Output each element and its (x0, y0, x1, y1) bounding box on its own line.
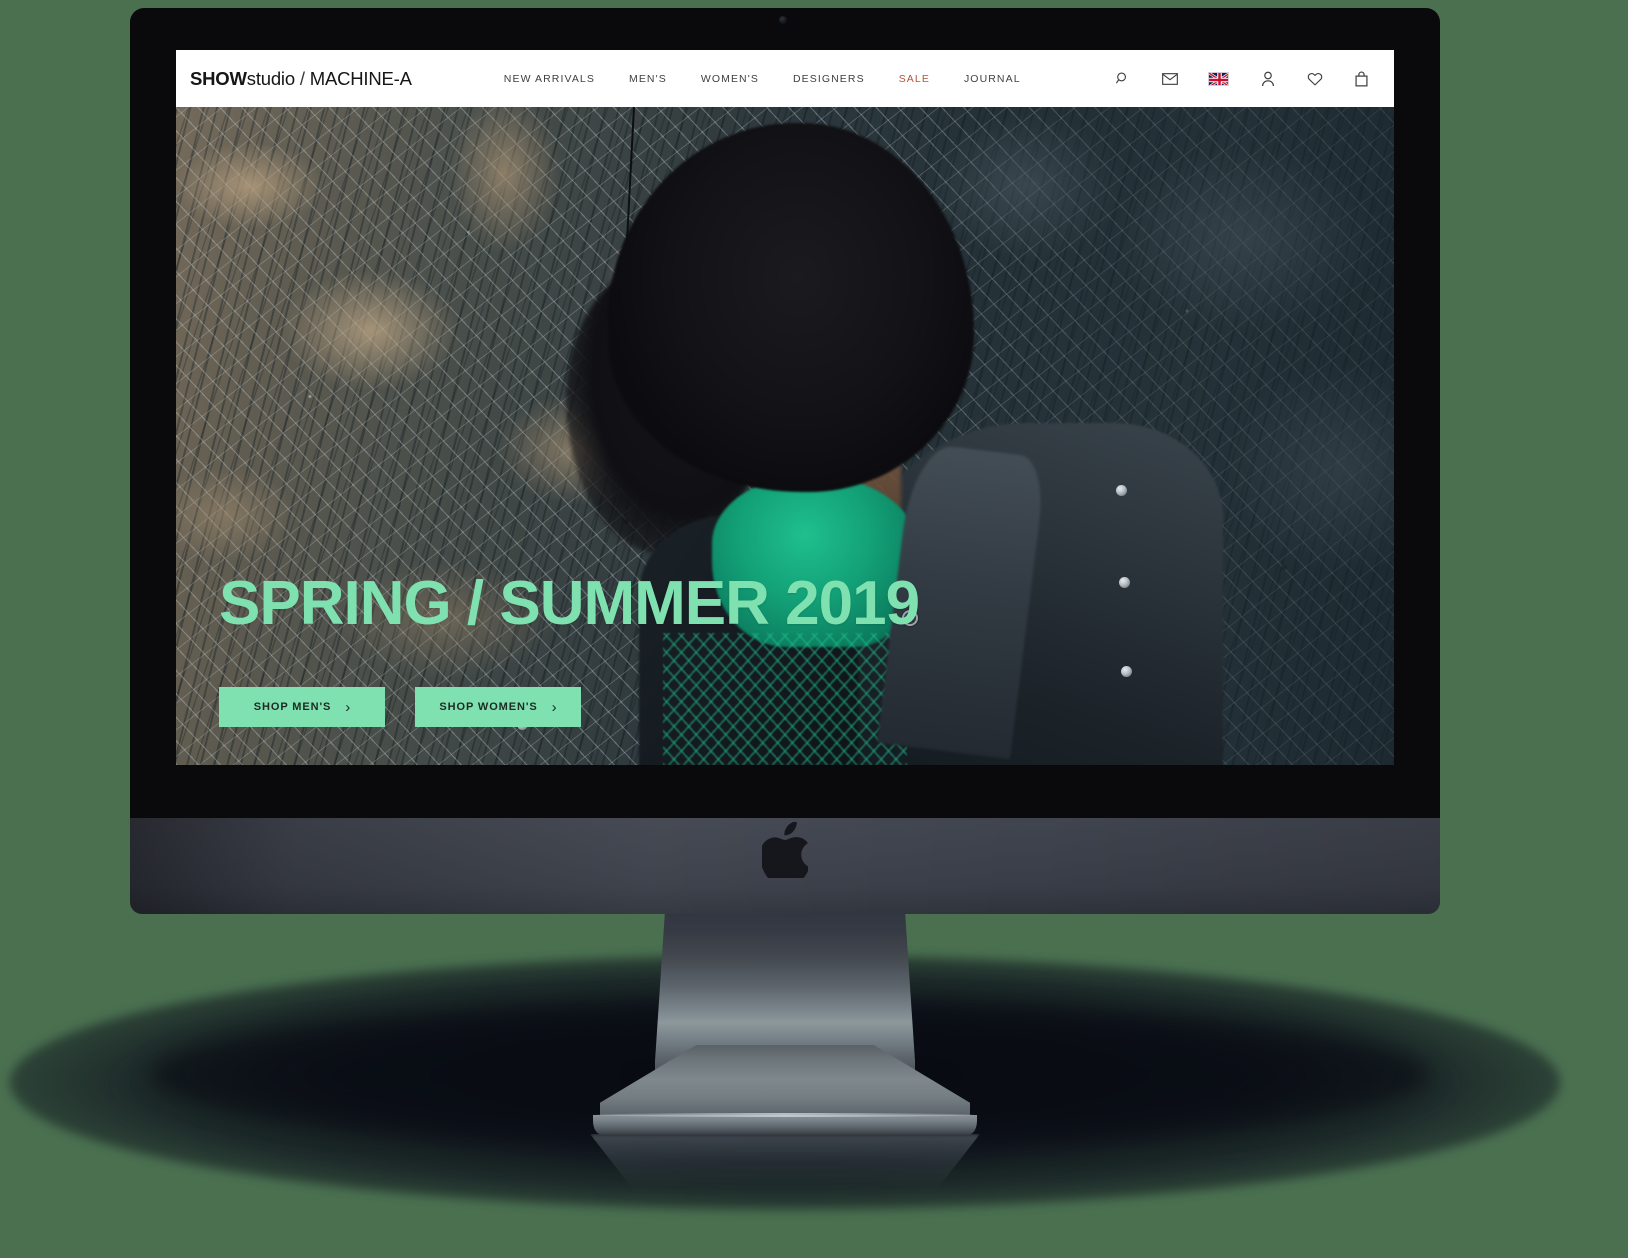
chevron-right-icon: › (551, 698, 557, 716)
language-flag-icon[interactable] (1208, 71, 1229, 86)
brand-partner: MACHINE-A (309, 67, 412, 89)
brand-studio: studio (246, 67, 295, 89)
brand-show: SHOW (190, 67, 247, 89)
nav-item-womens[interactable]: WOMEN'S (701, 73, 759, 85)
shop-mens-label: SHOP MEN'S (253, 701, 332, 713)
apple-logo-icon (762, 822, 808, 878)
bag-icon[interactable] (1353, 70, 1370, 87)
mail-icon[interactable] (1161, 70, 1178, 87)
nav-item-journal[interactable]: JOURNAL (964, 73, 1021, 85)
monitor-stand-base (593, 1115, 977, 1135)
brand-separator: / (294, 67, 310, 89)
nav-item-new-arrivals[interactable]: NEW ARRIVALS (504, 73, 595, 85)
screenshot-stage: SHOWstudio / MACHINE-A NEW ARRIVALS MEN'… (0, 0, 1628, 1258)
site-logo[interactable]: SHOWstudio / MACHINE-A (190, 68, 412, 90)
monitor-stand-base-highlight (596, 1113, 974, 1117)
shop-womens-label: SHOP WOMEN'S (439, 701, 538, 713)
search-icon[interactable] (1114, 70, 1131, 87)
shop-womens-button[interactable]: SHOP WOMEN'S › (415, 687, 581, 727)
nav-item-mens[interactable]: MEN'S (629, 73, 667, 85)
hero-banner: SPRING / SUMMER 2019 SHOP MEN'S › SHOP W… (176, 107, 1394, 765)
nav-item-designers[interactable]: DESIGNERS (793, 73, 865, 85)
monitor-base-reflection (590, 1134, 980, 1204)
chevron-right-icon: › (345, 698, 351, 716)
header-icon-group (1114, 70, 1370, 87)
shop-mens-button[interactable]: SHOP MEN'S › (219, 687, 385, 727)
webcam-icon (779, 16, 787, 24)
main-navigation: NEW ARRIVALS MEN'S WOMEN'S DESIGNERS SAL… (504, 73, 1021, 85)
hero-cta-row: SHOP MEN'S › SHOP WOMEN'S › (219, 687, 919, 727)
hero-copy-block: SPRING / SUMMER 2019 SHOP MEN'S › SHOP W… (219, 569, 920, 727)
model-hair-front (608, 123, 974, 492)
nav-item-sale[interactable]: SALE (899, 73, 930, 85)
wishlist-heart-icon[interactable] (1306, 70, 1323, 87)
account-icon[interactable] (1259, 70, 1276, 87)
hero-headline: SPRING / SUMMER 2019 (219, 569, 920, 638)
screen-viewport: SHOWstudio / MACHINE-A NEW ARRIVALS MEN'… (176, 50, 1394, 765)
site-header: SHOWstudio / MACHINE-A NEW ARRIVALS MEN'… (176, 50, 1394, 107)
